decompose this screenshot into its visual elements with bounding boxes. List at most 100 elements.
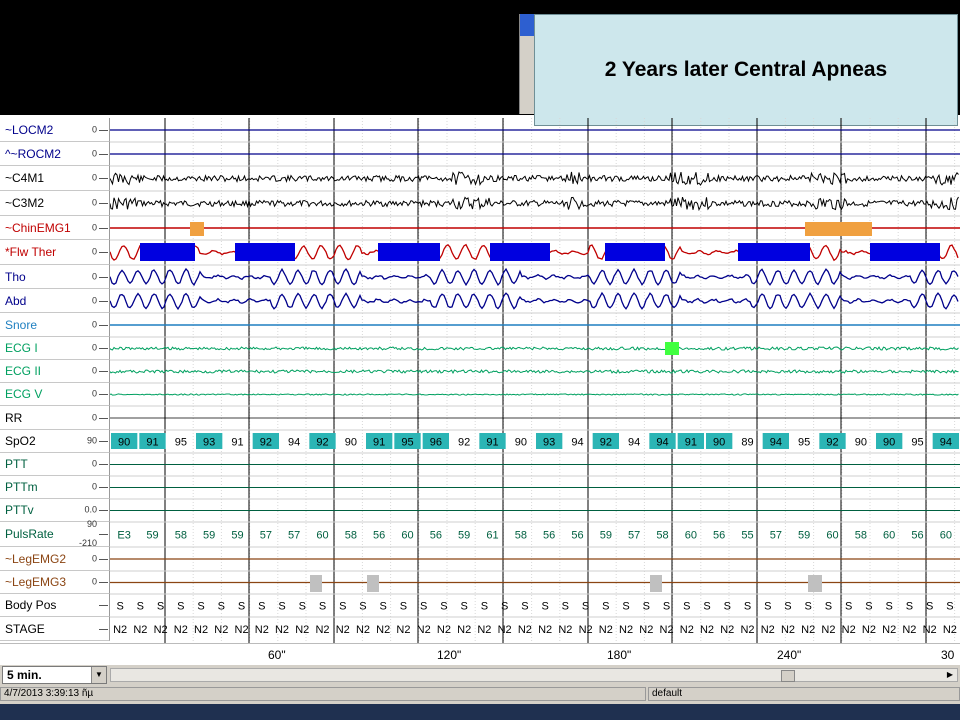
pulse-value: 56 xyxy=(911,530,923,542)
baseline-tick xyxy=(99,252,108,253)
body-pos-value: S xyxy=(805,601,812,613)
stage-value: N2 xyxy=(862,624,876,636)
channel-zero: 0 xyxy=(91,271,97,281)
stage-value: N2 xyxy=(214,624,228,636)
body-pos-value: S xyxy=(299,601,306,613)
stage-value: N2 xyxy=(680,624,694,636)
body-pos-value: S xyxy=(744,601,751,613)
pulse-value: 59 xyxy=(798,530,810,542)
body-pos-value: S xyxy=(116,601,123,613)
pulse-value: 60 xyxy=(883,530,895,542)
body-pos-value: S xyxy=(946,601,953,613)
channel-label[interactable]: ^~ROCM2 0 xyxy=(0,142,110,166)
baseline-tick xyxy=(99,487,108,488)
status-profile-panel: default xyxy=(648,687,960,701)
channel-label[interactable]: Abd 0 xyxy=(0,289,110,313)
pulse-value: 56 xyxy=(713,530,725,542)
channel-label[interactable]: ~C4M1 0 xyxy=(0,166,110,191)
channel-label[interactable]: Tho 0 xyxy=(0,265,110,289)
body-pos-value: S xyxy=(541,601,548,613)
pulse-value: 58 xyxy=(515,530,527,542)
channel-zero: 0 xyxy=(91,124,97,134)
channel-zero: 0 xyxy=(91,197,97,208)
channel-name: ~LegEMG3 xyxy=(5,575,67,589)
scroll-right-icon[interactable]: ▶ xyxy=(944,669,956,681)
channel-zero: 0 xyxy=(91,342,97,353)
channel-name: ~ChinEMG1 xyxy=(5,220,71,235)
channel-name: PTTv xyxy=(5,503,34,517)
body-pos-value: S xyxy=(177,601,184,613)
channel-label[interactable]: RR 0 xyxy=(0,406,110,430)
channel-label[interactable]: Snore 0 xyxy=(0,313,110,337)
channel-label[interactable]: STAGE xyxy=(0,617,110,641)
channel-label[interactable]: PTTm 0 xyxy=(0,476,110,499)
pulse-value: 61 xyxy=(486,530,498,542)
stage-value: N2 xyxy=(761,624,775,636)
spo2-value: 94 xyxy=(571,437,583,449)
spo2-value: 92 xyxy=(260,437,272,449)
horizontal-scrollbar[interactable]: ▶ xyxy=(110,668,958,682)
stage-value: N2 xyxy=(558,624,572,636)
channel-label[interactable]: ~LegEMG2 0 xyxy=(0,547,110,571)
stage-value: N2 xyxy=(538,624,552,636)
stage-value: N2 xyxy=(639,624,653,636)
channel-zero: 0 xyxy=(91,319,97,329)
channel-label[interactable]: ECG I 0 xyxy=(0,337,110,360)
time-axis-label: 240" xyxy=(777,648,802,662)
channel-zero: 0.0 xyxy=(84,504,97,515)
channel-label[interactable]: ~C3M2 0 xyxy=(0,191,110,216)
stage-value: N2 xyxy=(498,624,512,636)
status-profile: default xyxy=(652,688,683,699)
timebase-select[interactable]: 5 min. ▼ xyxy=(2,666,107,684)
channel-label[interactable]: ECG V 0 xyxy=(0,383,110,406)
stage-value: N2 xyxy=(781,624,795,636)
channel-label[interactable]: PTT 0 xyxy=(0,453,110,476)
body-pos-value: S xyxy=(562,601,569,613)
channel-zero: 0 xyxy=(91,458,97,469)
stage-value: N2 xyxy=(457,624,471,636)
channel-label[interactable]: Body Pos xyxy=(0,594,110,617)
channel-label[interactable]: ~LOCM2 0 xyxy=(0,118,110,142)
pulse-value: 60 xyxy=(940,530,952,542)
channel-label[interactable]: PulsRate 90 -210 xyxy=(0,519,110,548)
chevron-down-icon[interactable]: ▼ xyxy=(91,667,106,683)
body-pos-value: S xyxy=(602,601,609,613)
channel-name: PTTm xyxy=(5,480,38,494)
baseline-tick xyxy=(99,371,108,372)
body-pos-value: S xyxy=(885,601,892,613)
spo2-value: 90 xyxy=(713,437,725,449)
stage-value: N2 xyxy=(113,624,127,636)
leg-event-marker xyxy=(367,575,379,592)
stage-value: N2 xyxy=(842,624,856,636)
channel-name: PTT xyxy=(5,457,28,471)
spo2-value: 91 xyxy=(231,437,243,449)
body-pos-value: S xyxy=(380,601,387,613)
channel-name: Abd xyxy=(5,293,27,308)
channel-label[interactable]: *Flw Ther 0 xyxy=(0,240,110,265)
body-pos-value: S xyxy=(663,601,670,613)
spo2-value: 92 xyxy=(600,437,612,449)
pulse-value: 59 xyxy=(146,530,158,542)
body-pos-value: S xyxy=(582,601,589,613)
channel-zero: 0 xyxy=(91,388,97,399)
channel-label[interactable]: ECG II 0 xyxy=(0,360,110,383)
baseline-tick xyxy=(99,441,108,442)
status-time-panel: 4/7/2013 3:39:13 ñµ xyxy=(0,687,646,701)
body-pos-value: S xyxy=(218,601,225,613)
stage-value: N2 xyxy=(477,624,491,636)
signal-trace xyxy=(110,369,959,375)
baseline-tick xyxy=(99,324,108,326)
stage-value: N2 xyxy=(417,624,431,636)
pulse-value: 57 xyxy=(628,530,640,542)
baseline-tick xyxy=(99,203,108,204)
baseline-tick xyxy=(99,348,108,349)
channel-label[interactable]: ~LegEMG3 0 xyxy=(0,571,110,594)
channel-label[interactable]: SpO2 90 xyxy=(0,430,110,453)
spo2-value: 94 xyxy=(628,437,640,449)
apnea-event-marker xyxy=(378,243,440,261)
channel-label[interactable]: ~ChinEMG1 0 xyxy=(0,216,110,240)
scrollbar-thumb[interactable] xyxy=(781,670,795,682)
stage-value: N2 xyxy=(882,624,896,636)
spo2-value: 95 xyxy=(175,437,187,449)
stage-value: N2 xyxy=(376,624,390,636)
